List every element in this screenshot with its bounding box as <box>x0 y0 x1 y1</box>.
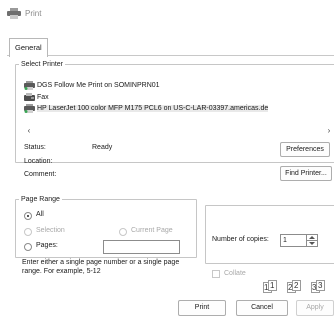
printer-list-item-selected[interactable]: HP LaserJet 100 color MFP M175 PCL6 on U… <box>24 103 269 114</box>
collate-label: Collate <box>224 270 246 277</box>
title-bar <box>0 0 334 24</box>
copies-label: Number of copies: <box>212 236 269 243</box>
collate-pages-icon: 3 3 <box>311 280 325 293</box>
collate-pages-icon: 2 2 <box>287 280 301 293</box>
scroll-right-icon[interactable]: › <box>324 126 334 136</box>
cancel-button[interactable]: Cancel <box>236 300 288 316</box>
print-button[interactable]: Print <box>178 300 226 316</box>
pages-input[interactable] <box>103 240 180 254</box>
printer-list-scrollbar[interactable]: ‹ › <box>24 126 334 136</box>
scroll-left-icon[interactable]: ‹ <box>24 126 34 136</box>
tab-general[interactable]: General <box>9 38 48 57</box>
status-label: Status: <box>24 144 46 151</box>
select-printer-legend: Select Printer <box>21 61 64 68</box>
network-printer-icon <box>24 103 35 113</box>
find-printer-button[interactable]: Find Printer... <box>280 166 332 181</box>
location-label: Location: <box>24 158 53 165</box>
page-range-legend: Page Range <box>21 196 60 203</box>
copies-value: 1 <box>283 237 287 244</box>
collate-pages-icon: 1 1 <box>263 280 277 293</box>
all-label: All <box>36 211 44 218</box>
page-range-hint: Enter either a single page number or a s… <box>22 259 180 275</box>
selection-radio[interactable] <box>24 228 32 236</box>
printer-list-item[interactable]: Fax <box>24 92 49 103</box>
fax-icon <box>24 92 35 101</box>
printer-icon <box>7 8 21 19</box>
all-radio[interactable] <box>24 212 32 220</box>
tab-divider <box>7 55 334 56</box>
window-title: Print <box>25 9 42 18</box>
comment-label: Comment: <box>24 171 57 178</box>
printer-list-item[interactable]: DGS Follow Me Print on SOMINPRN01 <box>24 80 160 91</box>
status-value: Ready <box>92 144 113 151</box>
network-printer-icon <box>24 80 35 90</box>
selection-label: Selection <box>36 227 65 234</box>
printer-name: DGS Follow Me Print on SOMINPRN01 <box>37 82 160 89</box>
collate-checkbox[interactable] <box>212 270 220 278</box>
pages-label: Pages: <box>36 242 58 249</box>
apply-button[interactable]: Apply <box>296 300 334 316</box>
current-page-label: Current Page <box>131 227 173 234</box>
current-page-radio[interactable] <box>119 228 127 236</box>
preferences-button[interactable]: Preferences <box>280 142 330 157</box>
printer-name: HP LaserJet 100 color MFP M175 PCL6 on U… <box>37 105 269 112</box>
pages-radio[interactable] <box>24 243 32 251</box>
copies-spinner-icon[interactable] <box>306 235 317 246</box>
printer-list[interactable]: DGS Follow Me Print on SOMINPRN01 Fax HP… <box>24 76 334 128</box>
printer-name: Fax <box>37 94 49 101</box>
